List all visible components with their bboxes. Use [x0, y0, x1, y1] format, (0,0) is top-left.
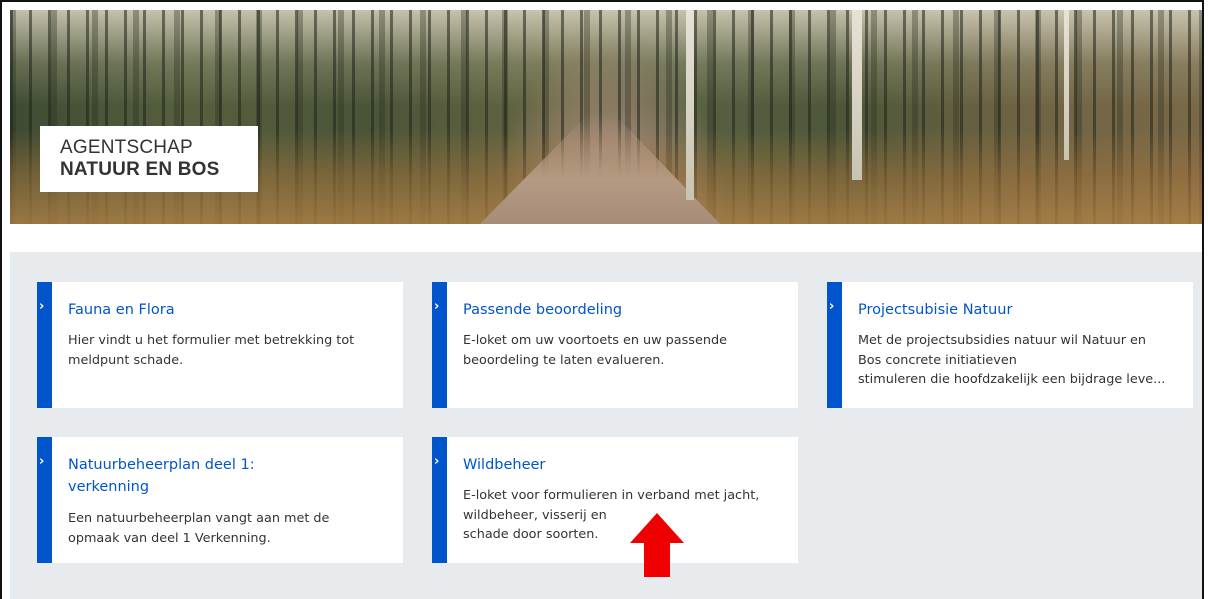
card-wildbeheer[interactable]: › Wildbeheer E-loket voor formulieren in… [432, 437, 798, 563]
tiles-panel: › Fauna en Flora Hier vindt u het formul… [10, 252, 1202, 599]
card-fauna-en-flora[interactable]: › Fauna en Flora Hier vindt u het formul… [37, 282, 403, 408]
red-arrow-up-icon [630, 513, 684, 577]
card-description: E-loket om uw voortoets en uw passende b… [463, 333, 727, 368]
chevron-right-icon: › [39, 454, 45, 469]
card-title[interactable]: Fauna en Flora [68, 299, 387, 321]
page-frame: AGENTSCHAP NATUUR EN BOS › Fauna en Flor… [0, 0, 1204, 599]
card-natuurbeheerplan[interactable]: › Natuurbeheerplan deel 1: verkenning Ee… [37, 437, 403, 563]
card-title[interactable]: Natuurbeheerplan deel 1: verkenning [68, 454, 387, 498]
card-title[interactable]: Projectsubisie Natuur [858, 299, 1177, 321]
chevron-right-icon: › [829, 299, 835, 314]
card-accent-bar: › [432, 282, 447, 408]
card-title[interactable]: Passende beoordeling [463, 299, 782, 321]
hero-banner-forest-image: AGENTSCHAP NATUUR EN BOS [10, 10, 1202, 224]
chevron-right-icon: › [39, 299, 45, 314]
agency-logo[interactable]: AGENTSCHAP NATUUR EN BOS [40, 126, 258, 192]
logo-line-natuur-en-bos: NATUUR EN BOS [60, 159, 220, 180]
card-projectsubisie-natuur[interactable]: › Projectsubisie Natuur Met de projectsu… [827, 282, 1193, 408]
logo-line-agentschap: AGENTSCHAP [60, 137, 193, 158]
card-description: Een natuurbeheerplan vangt aan met de op… [68, 511, 330, 546]
card-description: E-loket voor formulieren in verband met … [463, 488, 760, 542]
chevron-right-icon: › [434, 454, 440, 469]
card-title[interactable]: Wildbeheer [463, 454, 782, 476]
card-accent-bar: › [827, 282, 842, 408]
chevron-right-icon: › [434, 299, 440, 314]
card-description: Met de projectsubsidies natuur wil Natuu… [858, 333, 1166, 387]
card-accent-bar: › [37, 437, 52, 563]
card-accent-bar: › [432, 437, 447, 563]
card-accent-bar: › [37, 282, 52, 408]
card-passende-beoordeling[interactable]: › Passende beoordeling E-loket om uw voo… [432, 282, 798, 408]
card-description: Hier vindt u het formulier met betrekkin… [68, 333, 355, 368]
